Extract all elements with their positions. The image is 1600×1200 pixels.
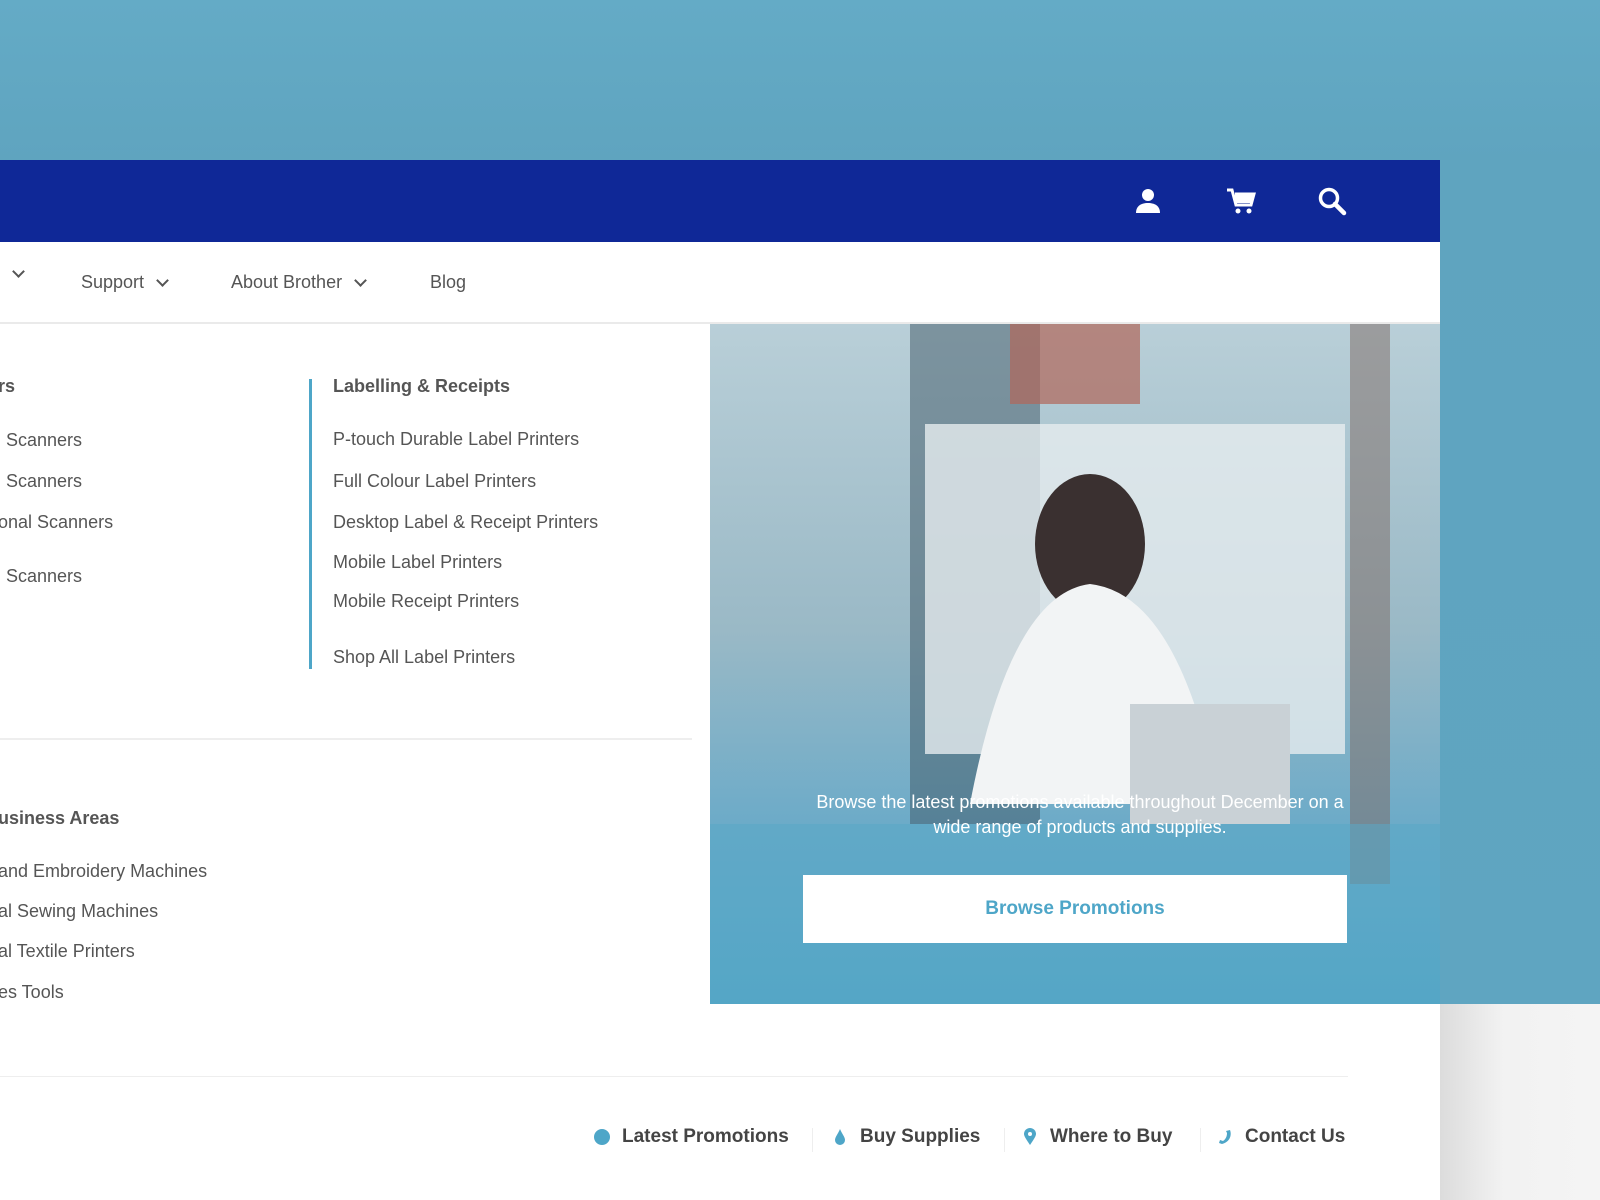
buy-supplies-link[interactable]: Buy Supplies — [830, 1126, 980, 1148]
menu-link[interactable]: Scanners — [6, 471, 82, 492]
menu-link[interactable]: al Textile Printers — [0, 941, 135, 962]
separator — [812, 1128, 813, 1152]
menu-link[interactable]: Scanners — [6, 566, 82, 587]
main-nav: Support About Brother Blog — [0, 242, 1440, 324]
menu-link[interactable]: Shop All Label Printers — [333, 647, 515, 668]
chevron-down-icon — [354, 273, 367, 287]
menu-heading-scanners: rs — [0, 376, 16, 396]
promo-image: Browse the latest promotions available t… — [710, 324, 1440, 1004]
separator — [1004, 1128, 1005, 1152]
contact-us-link[interactable]: Contact Us — [1215, 1126, 1345, 1148]
column-divider — [309, 379, 312, 669]
account-icon[interactable] — [1133, 186, 1163, 216]
phone-icon — [1215, 1127, 1235, 1147]
link-label: Buy Supplies — [860, 1126, 981, 1147]
menu-link[interactable]: es Tools — [0, 982, 64, 1003]
nav-products-dropdown[interactable] — [12, 265, 25, 278]
where-to-buy-link[interactable]: Where to Buy — [1020, 1126, 1172, 1148]
nav-label: Blog — [430, 272, 467, 292]
section-divider — [0, 738, 692, 740]
menu-heading-labelling: Labelling & Receipts — [333, 376, 511, 396]
browse-promotions-button[interactable]: Browse Promotions — [803, 875, 1347, 943]
search-icon[interactable] — [1317, 186, 1347, 216]
map-pin-icon — [1020, 1127, 1040, 1147]
menu-link[interactable]: al Sewing Machines — [0, 901, 158, 922]
nav-blog[interactable]: Blog — [430, 272, 466, 293]
link-label: Contact Us — [1245, 1126, 1346, 1147]
chevron-down-icon — [156, 273, 169, 287]
chevron-down-icon — [12, 265, 25, 278]
link-label: Where to Buy — [1050, 1126, 1173, 1147]
nav-support[interactable]: Support — [81, 272, 169, 293]
drop-icon — [830, 1127, 850, 1147]
badge-icon — [592, 1127, 612, 1147]
nav-label: Support — [81, 272, 145, 292]
menu-link[interactable]: Mobile Label Printers — [333, 552, 502, 573]
menu-link[interactable]: P-touch Durable Label Printers — [333, 429, 579, 450]
promo-description: Browse the latest promotions available t… — [816, 792, 1344, 837]
menu-link[interactable]: onal Scanners — [0, 512, 113, 533]
cart-icon[interactable] — [1226, 186, 1256, 216]
footer-divider — [0, 1076, 1348, 1077]
link-label: Latest Promotions — [622, 1126, 789, 1147]
menu-link[interactable]: Full Colour Label Printers — [333, 471, 536, 492]
menu-link[interactable]: Mobile Receipt Printers — [333, 591, 519, 612]
separator — [1200, 1128, 1201, 1152]
backdrop-shadow — [1440, 1004, 1600, 1200]
menu-link[interactable]: Scanners — [6, 430, 82, 451]
header-bar — [0, 160, 1440, 242]
menu-link[interactable]: and Embroidery Machines — [0, 861, 207, 882]
nav-label: About Brother — [231, 272, 343, 292]
nav-about-brother[interactable]: About Brother — [231, 272, 367, 293]
menu-heading-business-areas: usiness Areas — [0, 808, 120, 828]
website-panel: Support About Brother Blog rs Scanners S… — [0, 160, 1440, 1200]
menu-link[interactable]: Desktop Label & Receipt Printers — [333, 512, 598, 533]
latest-promotions-link[interactable]: Latest Promotions — [592, 1126, 789, 1148]
